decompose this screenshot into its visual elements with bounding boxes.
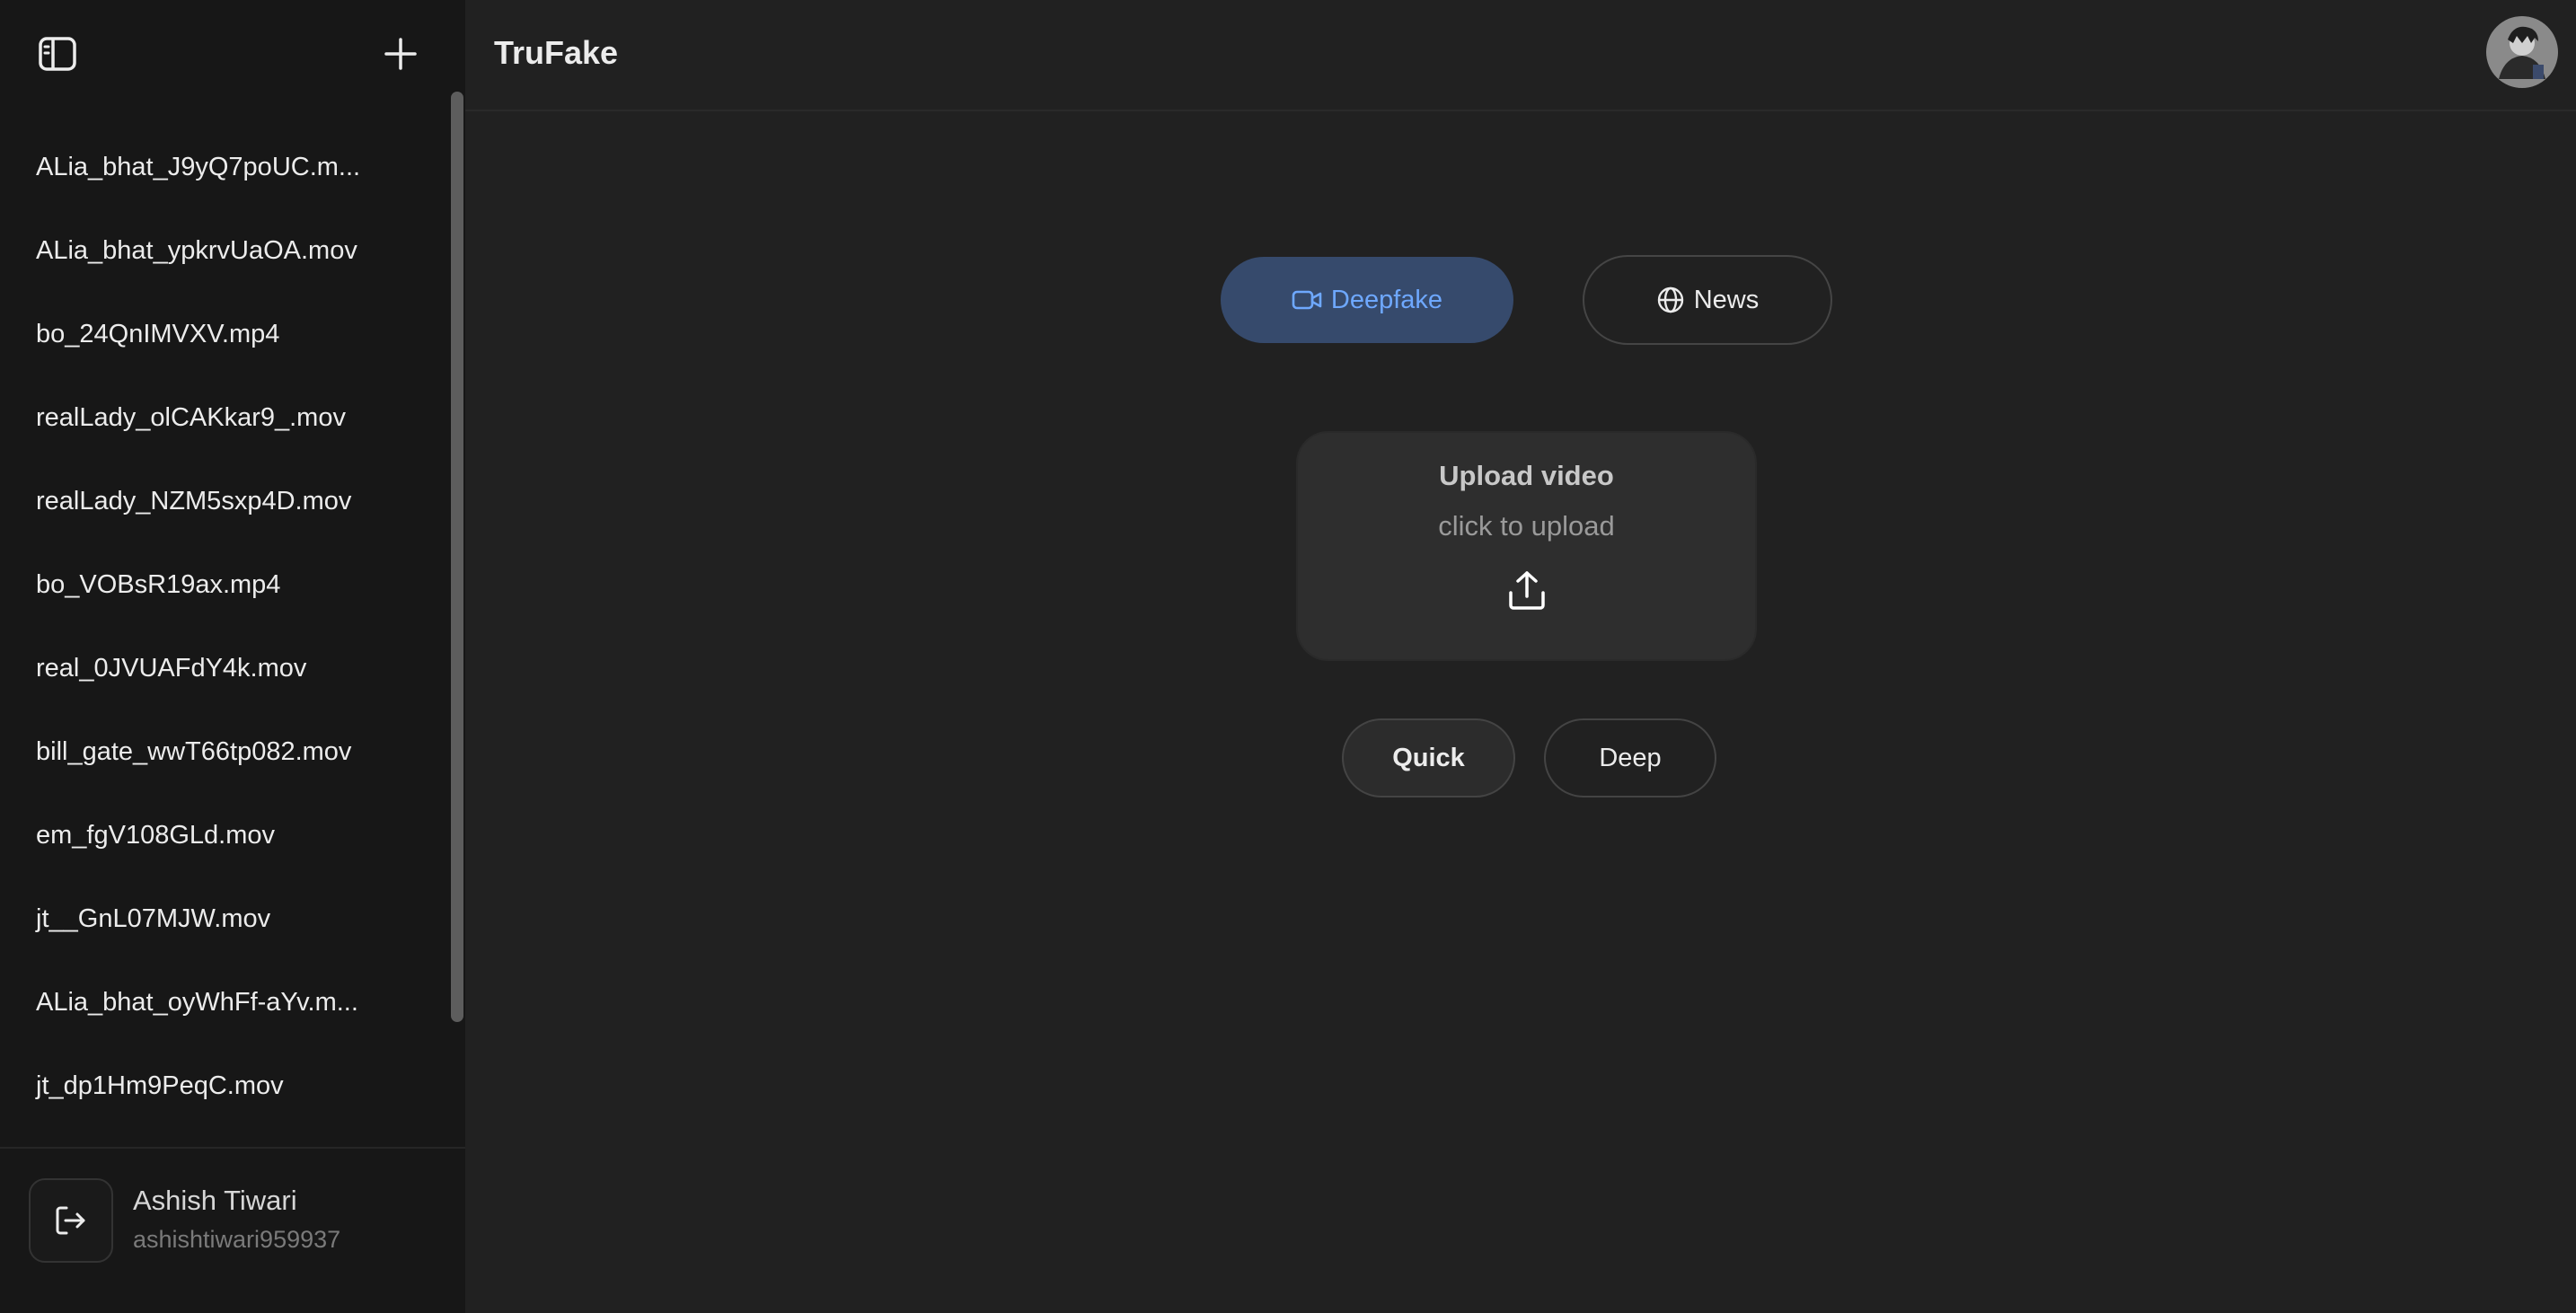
tab-news[interactable]: News (1583, 255, 1832, 345)
top-bar: TruFake (465, 0, 2576, 111)
app-window: ALia_bhat_J9yQ7poUC.m... ALia_bhat_ypkrv… (0, 0, 2576, 1313)
plus-icon (384, 38, 417, 70)
history-item[interactable]: bo_24QnIMVXV.mp4 (0, 293, 449, 376)
history-item[interactable]: realLady_olCAKkar9_.mov (0, 376, 449, 460)
app-title: TruFake (494, 34, 619, 71)
history-item[interactable]: ALia_bhat_ypkrvUaOA.mov (0, 209, 449, 293)
upload-dropzone[interactable]: Upload video click to upload (1296, 431, 1757, 661)
history-item[interactable]: real_0JVUAFdY4k.mov (0, 627, 449, 710)
upload-icon (1508, 571, 1545, 610)
sidebar-toggle-icon (39, 37, 76, 71)
logout-icon (56, 1206, 85, 1235)
history-item[interactable]: bo_VOBsR19ax.mp4 (0, 543, 449, 627)
upload-title: Upload video (1439, 460, 1614, 491)
user-handle: ashishtiwari959937 (133, 1226, 341, 1253)
tab-news-label: News (1693, 285, 1760, 314)
upload-subtitle: click to upload (1438, 510, 1615, 542)
logout-button[interactable] (29, 1178, 113, 1263)
avatar-image-icon (2486, 16, 2558, 88)
deep-scan-label: Deep (1599, 743, 1662, 772)
main-panel: TruFake Deepfake News Upload video click… (465, 0, 2576, 1313)
globe-icon (1657, 286, 1683, 313)
history-item[interactable]: realLady_NZM5sxp4D.mov (0, 460, 449, 543)
history-item[interactable]: jt__GnL07MJW.mov (0, 877, 449, 961)
history-item[interactable]: bill_gate_wwT66tp082.mov (0, 710, 449, 794)
tab-deepfake[interactable]: Deepfake (1221, 257, 1513, 343)
avatar[interactable] (2486, 16, 2558, 88)
history-item[interactable]: ALia_bhat_oyWhFf-aYv.m... (0, 961, 449, 1044)
history-list: ALia_bhat_J9yQ7poUC.m... ALia_bhat_ypkrv… (0, 126, 449, 1128)
tab-deepfake-label: Deepfake (1330, 285, 1443, 314)
new-analysis-button[interactable] (375, 31, 426, 77)
sidebar-header (0, 0, 465, 108)
history-item[interactable]: ALia_bhat_J9yQ7poUC.m... (0, 126, 449, 209)
video-camera-icon (1292, 290, 1322, 310)
history-item[interactable]: em_fgV108GLd.mov (0, 794, 449, 877)
history-item[interactable]: jt_dp1Hm9PeqC.mov (0, 1044, 449, 1128)
sidebar-scrollbar[interactable] (451, 92, 463, 1022)
deep-scan-button[interactable]: Deep (1544, 718, 1716, 797)
sidebar: ALia_bhat_J9yQ7poUC.m... ALia_bhat_ypkrv… (0, 0, 465, 1313)
quick-scan-label: Quick (1392, 743, 1465, 772)
user-panel: Ashish Tiwari ashishtiwari959937 (0, 1147, 465, 1313)
sidebar-toggle-button[interactable] (32, 32, 83, 75)
user-name: Ashish Tiwari (133, 1185, 297, 1216)
quick-scan-button[interactable]: Quick (1342, 718, 1515, 797)
